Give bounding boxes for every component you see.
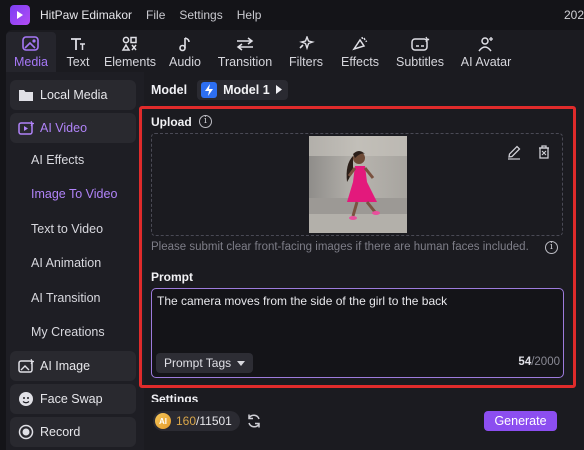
app-title: HitPaw Edimakor xyxy=(40,8,133,22)
subtitles-icon xyxy=(410,35,430,53)
sidebar-item-label: Record xyxy=(40,425,81,439)
sidebar-item-label: AI Image xyxy=(40,359,91,373)
sidebar-subitem-ai-animation[interactable]: AI Animation xyxy=(31,256,101,270)
title-right-text: 202 xyxy=(563,8,584,22)
ai-avatar-icon xyxy=(477,35,495,53)
tab-text[interactable]: Text xyxy=(56,32,100,72)
face-swap-icon xyxy=(18,391,34,407)
sidebar-item-label: AI Video xyxy=(40,121,88,135)
ai-video-icon xyxy=(18,120,34,136)
sidebar-item-ai-image[interactable]: AI Image xyxy=(10,351,136,381)
settings-title: Settings xyxy=(151,392,199,402)
sidebar-subitem-ai-transition[interactable]: AI Transition xyxy=(31,291,100,305)
menu-file[interactable]: File xyxy=(146,8,165,22)
sidebar-item-record[interactable]: Record xyxy=(10,417,136,447)
highlight-frame xyxy=(139,106,576,388)
elements-icon xyxy=(121,35,139,53)
sidebar-item-face-swap[interactable]: Face Swap xyxy=(10,384,136,414)
sidebar-item-ai-video[interactable]: AI Video xyxy=(10,113,136,143)
sidebar-subitem-text-to-video[interactable]: Text to Video xyxy=(31,222,103,236)
sidebar-item-label: Local Media xyxy=(40,88,108,102)
menu-settings[interactable]: Settings xyxy=(179,8,222,22)
sidebar-subitem-image-to-video[interactable]: Image To Video xyxy=(31,187,117,201)
tab-label: AI Avatar xyxy=(460,55,512,69)
tab-label: Media xyxy=(13,55,49,69)
title-bar: HitPaw Edimakor File Settings Help 202 xyxy=(0,0,584,30)
chevron-right-icon xyxy=(275,83,282,97)
folder-icon xyxy=(18,87,34,103)
generate-button[interactable]: Generate xyxy=(484,411,557,431)
tab-transition[interactable]: Transition xyxy=(210,32,280,72)
tab-audio[interactable]: Audio xyxy=(160,32,210,72)
effects-icon xyxy=(351,35,369,53)
tab-label: Subtitles xyxy=(396,55,444,69)
credits-badge: AI 160 /11501 xyxy=(153,411,240,431)
credits-total: /11501 xyxy=(196,414,232,428)
text-icon xyxy=(69,35,87,53)
tab-ai-avatar[interactable]: AI Avatar xyxy=(452,32,520,72)
record-icon xyxy=(18,424,34,440)
transition-icon xyxy=(235,35,255,53)
tab-filters[interactable]: Filters xyxy=(280,32,332,72)
tab-effects[interactable]: Effects xyxy=(332,32,388,72)
model-name: Model 1 xyxy=(223,83,270,97)
tab-media[interactable]: Media xyxy=(6,32,56,72)
ai-image-icon xyxy=(18,358,34,374)
sidebar-item-local-media[interactable]: Local Media xyxy=(10,80,136,110)
menu-help[interactable]: Help xyxy=(237,8,262,22)
credits-used: 160 xyxy=(176,414,197,428)
tab-label: Audio xyxy=(169,55,201,69)
model-label: Model xyxy=(151,83,188,97)
main-toolbar: Media Text Elements Audio Transition Fil… xyxy=(6,30,572,72)
filters-icon xyxy=(297,35,315,53)
sidebar-subitem-ai-effects[interactable]: AI Effects xyxy=(31,153,84,167)
tab-label: Filters xyxy=(288,55,324,69)
sidebar-item-label: Face Swap xyxy=(40,392,103,406)
sidebar-subitem-my-creations[interactable]: My Creations xyxy=(31,325,105,339)
tab-elements[interactable]: Elements xyxy=(100,32,160,72)
audio-icon xyxy=(176,35,194,53)
app-logo-icon xyxy=(10,5,30,25)
tab-label: Text xyxy=(66,55,90,69)
tab-subtitles[interactable]: Subtitles xyxy=(388,32,452,72)
refresh-icon[interactable] xyxy=(246,413,262,429)
tab-label: Effects xyxy=(341,55,379,69)
tab-label: Elements xyxy=(103,55,157,69)
media-icon xyxy=(22,35,40,53)
lightning-icon xyxy=(201,82,218,98)
tab-label: Transition xyxy=(217,55,273,69)
model-selector[interactable]: Model 1 xyxy=(197,80,288,100)
model-row: Model Model 1 xyxy=(151,80,288,100)
ai-coin-icon: AI xyxy=(155,413,171,429)
